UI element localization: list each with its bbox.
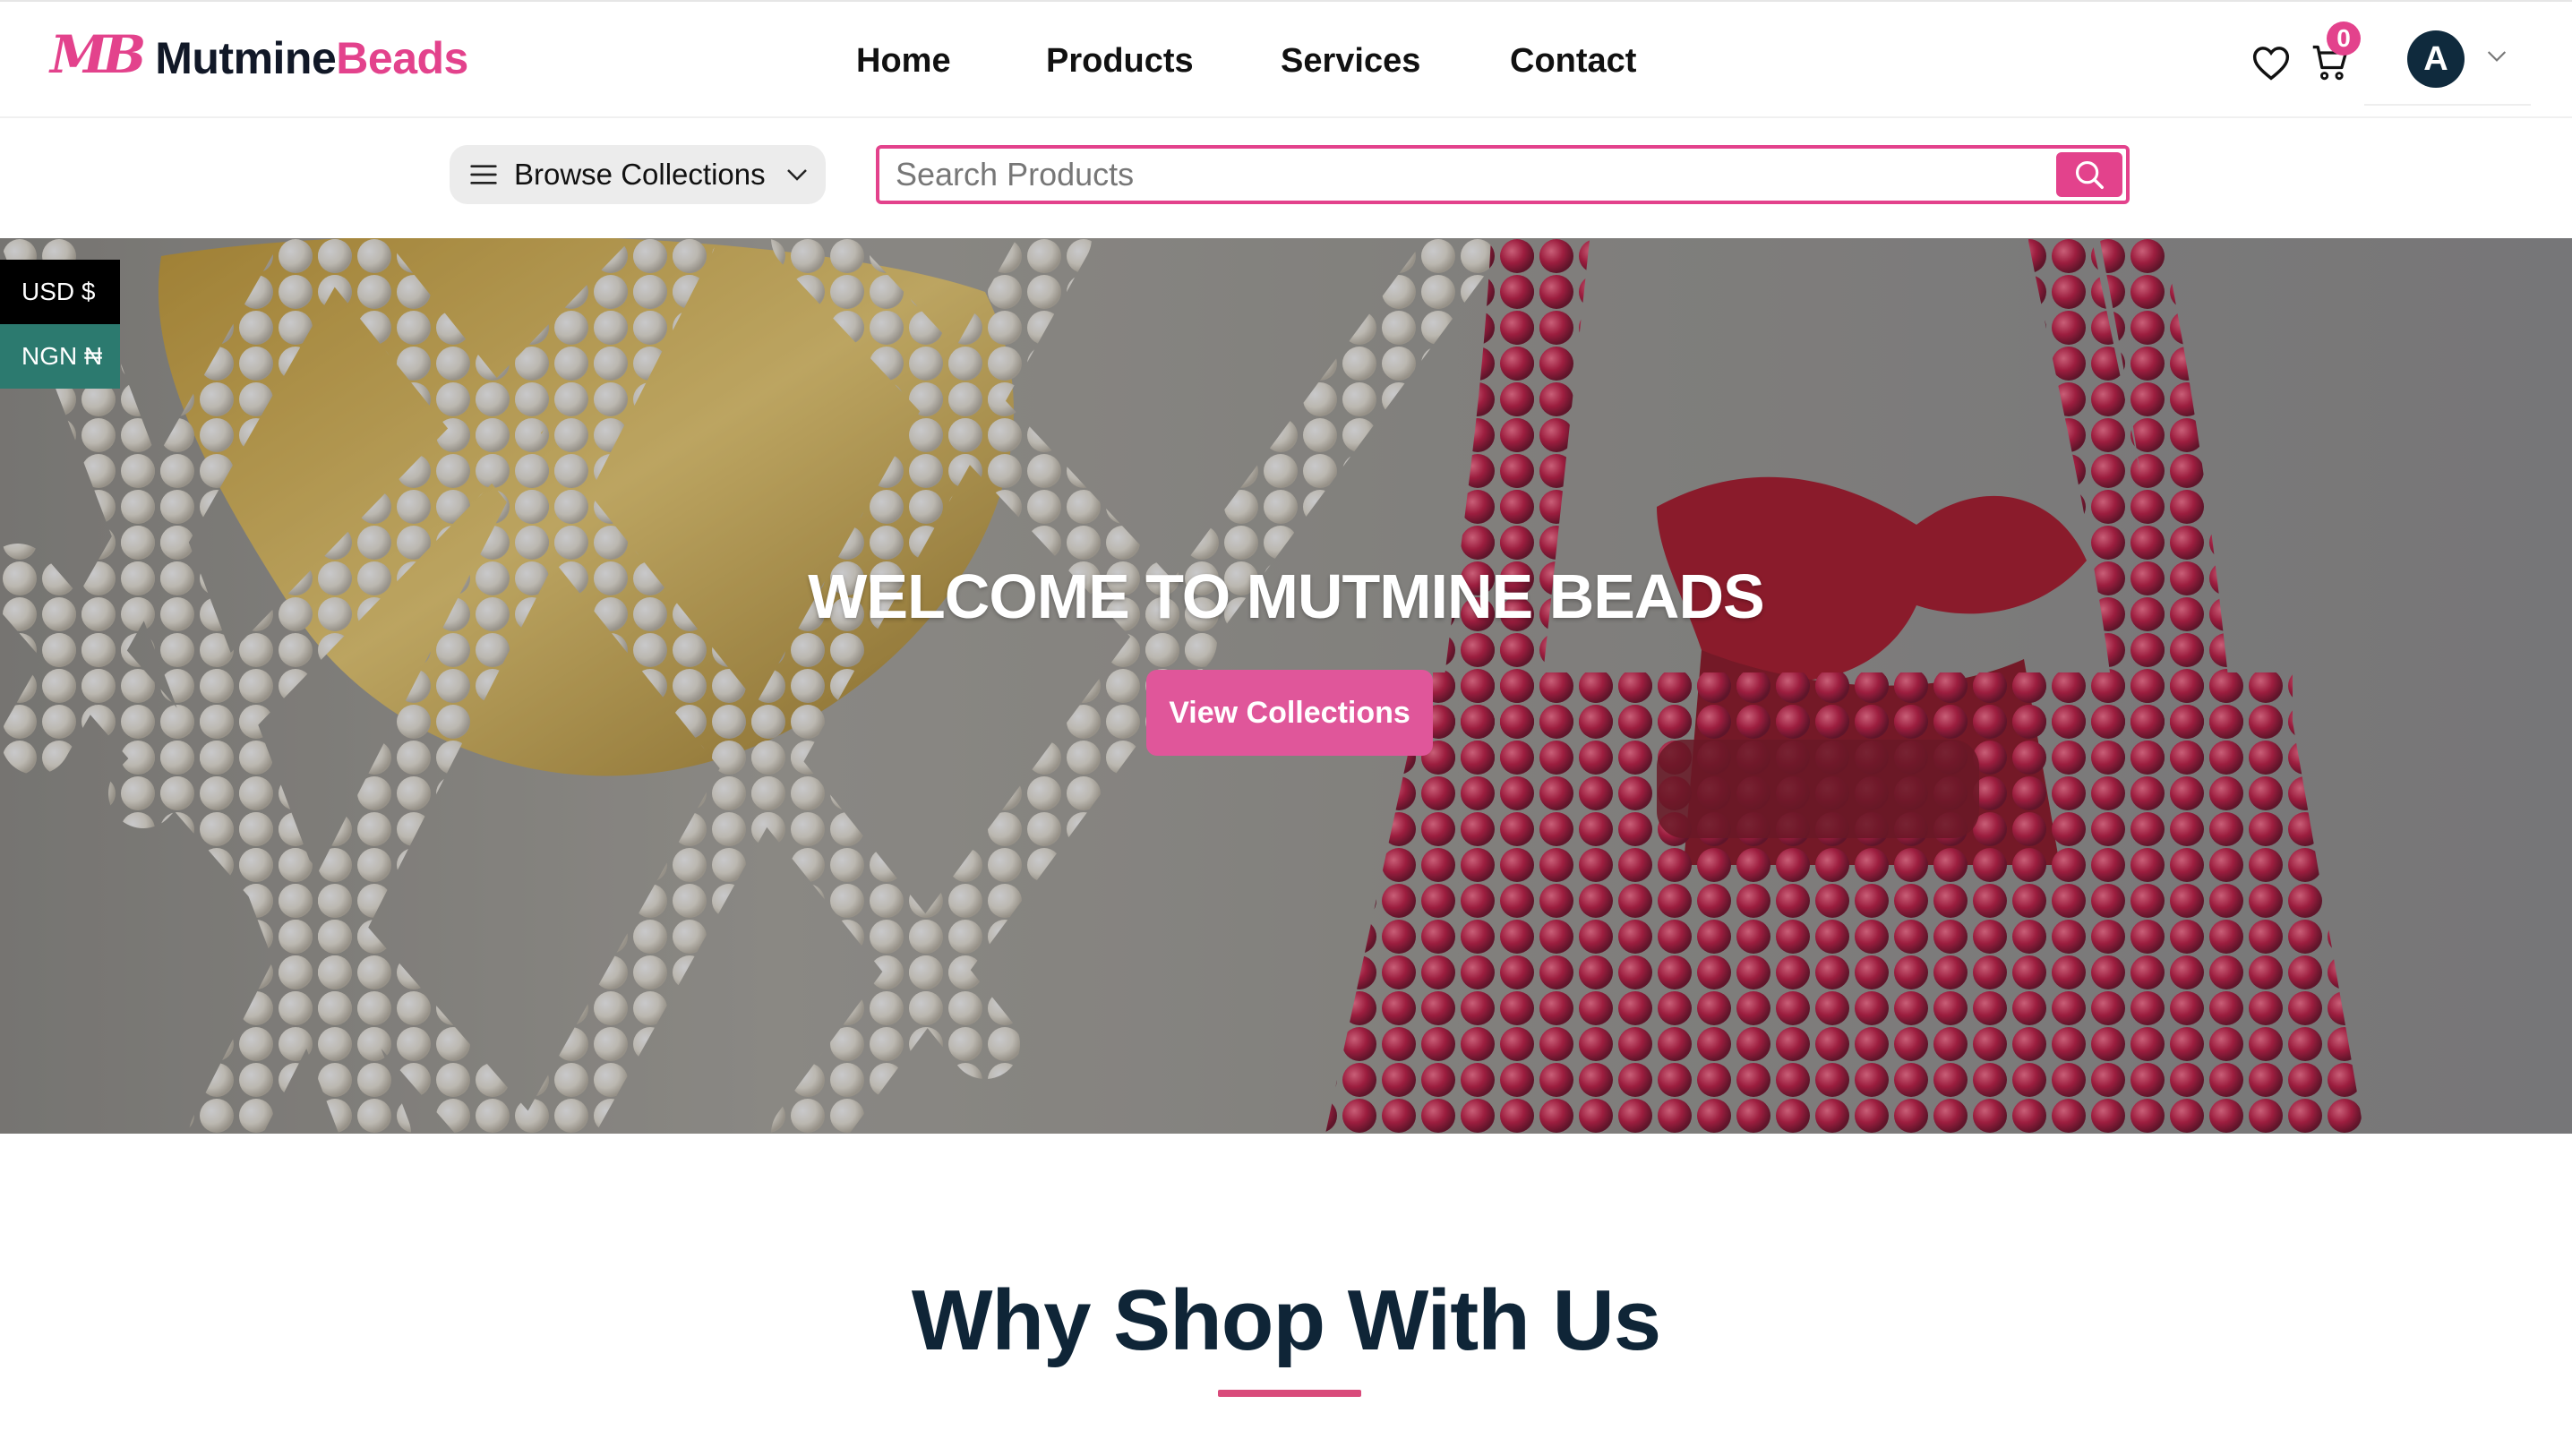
brand-logo[interactable]: MB MutmineBeads	[50, 24, 468, 90]
account-menu[interactable]: A	[2364, 27, 2531, 106]
section-title-underline	[1218, 1390, 1361, 1397]
search-input[interactable]	[896, 154, 1970, 195]
search-bar-row: Browse Collections	[0, 118, 2572, 238]
hero-banner: WELCOME TO MUTMINE BEADS View Collection…	[0, 238, 2572, 1134]
browse-collections-label: Browse Collections	[514, 158, 766, 191]
wishlist-button[interactable]	[2246, 38, 2296, 88]
logo-wordmark: MutmineBeads	[155, 32, 468, 84]
nav-home[interactable]: Home	[856, 38, 951, 84]
menu-icon	[470, 165, 497, 184]
currency-usd-button[interactable]: USD $	[0, 260, 120, 324]
top-navbar: MB MutmineBeads Home Products Services C…	[0, 0, 2572, 118]
nav-contact[interactable]: Contact	[1510, 38, 1636, 84]
heart-icon	[2252, 47, 2290, 81]
chevron-down-icon	[786, 169, 807, 181]
avatar: A	[2407, 30, 2465, 88]
search-box	[876, 145, 2130, 204]
logo-word-pink: Beads	[336, 33, 468, 83]
view-collections-button[interactable]: View Collections	[1146, 670, 1433, 756]
currency-ngn-button[interactable]: NGN ₦	[0, 324, 120, 389]
logo-mark: MB	[50, 24, 146, 85]
cart-count-badge: 0	[2327, 21, 2361, 56]
logo-word-dark: Mutmine	[155, 33, 337, 83]
nav-products[interactable]: Products	[1046, 38, 1194, 84]
search-button[interactable]	[2056, 152, 2122, 197]
nav-services[interactable]: Services	[1281, 38, 1420, 84]
search-icon	[2075, 160, 2104, 189]
chevron-down-icon	[2487, 51, 2507, 62]
hero-title: WELCOME TO MUTMINE BEADS	[808, 561, 1764, 631]
section-title-why-shop: Why Shop With Us	[911, 1272, 1661, 1368]
browse-collections-button[interactable]: Browse Collections	[450, 145, 826, 204]
